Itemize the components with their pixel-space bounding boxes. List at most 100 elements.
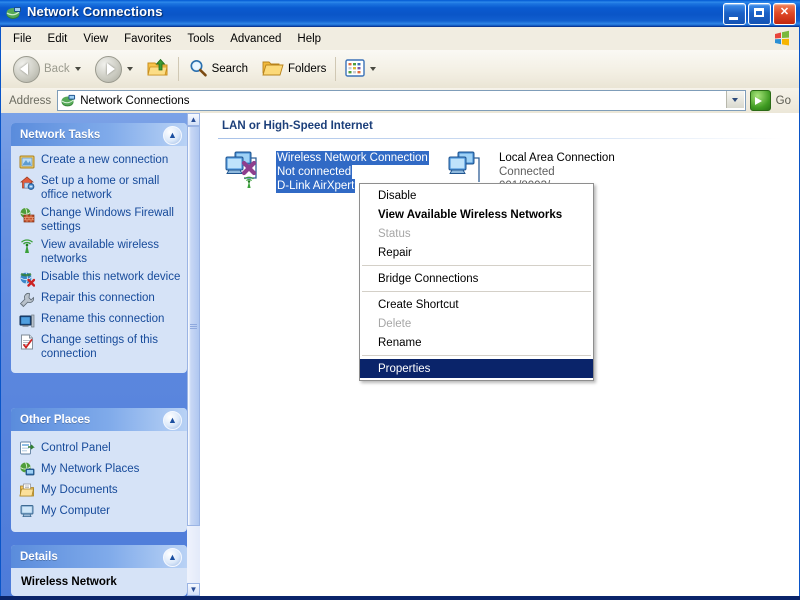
group-header-divider <box>218 138 783 139</box>
panel-other-places-body: Control Panel <box>11 431 187 532</box>
toolbar-separator-2 <box>335 57 336 81</box>
address-dropdown-button[interactable] <box>726 91 744 108</box>
sidebar-item-label: Create a new connection <box>41 153 168 167</box>
context-menu-item-disable[interactable]: Disable <box>360 186 593 205</box>
maximize-button[interactable] <box>748 3 771 25</box>
address-network-icon <box>61 93 76 108</box>
up-button[interactable] <box>143 52 173 86</box>
wireless-icon <box>19 239 35 255</box>
my-computer-icon <box>19 503 35 519</box>
sidebar-scrollbar[interactable]: ▲ ▼ <box>187 113 200 596</box>
context-menu-item-bridge-connections[interactable]: Bridge Connections <box>360 269 593 288</box>
rename-icon <box>19 313 35 329</box>
menu-file[interactable]: File <box>5 30 40 48</box>
network-connections-window: Network Connections ✕ File Edit View Fav… <box>0 0 800 600</box>
close-button[interactable]: ✕ <box>773 3 796 25</box>
collapse-chevron-icon[interactable]: ▲ <box>163 411 182 430</box>
window-border-bottom <box>0 596 800 600</box>
new-connection-icon <box>19 154 35 170</box>
panel-details-title: Details <box>20 551 58 563</box>
panel-other-places-header[interactable]: Other Places ▲ <box>11 408 187 431</box>
sidebar-item-label: Repair this connection <box>41 291 155 305</box>
sidebar-item-label: Control Panel <box>41 442 111 454</box>
sidebar-scrollbar-thumb[interactable] <box>187 126 200 526</box>
sidebar-item-change-firewall-settings[interactable]: Change Windows Firewall settings <box>19 206 181 234</box>
menu-edit[interactable]: Edit <box>40 30 76 48</box>
context-menu-item-properties[interactable]: Properties <box>360 359 593 378</box>
sidebar-item-my-documents[interactable]: My Documents <box>19 482 181 498</box>
menu-advanced[interactable]: Advanced <box>222 30 289 48</box>
connection-status: Connected <box>499 166 555 178</box>
panel-details-header[interactable]: Details ▲ <box>11 545 187 568</box>
panel-network-tasks-header[interactable]: Network Tasks ▲ <box>11 123 187 146</box>
forward-history-caret-icon[interactable] <box>127 67 133 71</box>
connections-list-pane[interactable]: LAN or High-Speed Internet <box>200 113 799 596</box>
search-label: Search <box>212 63 248 75</box>
back-label: Back <box>44 63 70 75</box>
chevron-down-icon <box>732 98 738 102</box>
search-icon <box>188 58 208 81</box>
minimize-button[interactable] <box>723 3 746 25</box>
panel-other-places-title: Other Places <box>20 414 90 426</box>
sidebar-item-create-new-connection[interactable]: Create a new connection <box>19 153 181 170</box>
disable-device-icon <box>19 271 35 287</box>
my-documents-icon <box>19 482 35 498</box>
context-menu-separator <box>362 265 591 266</box>
forward-button[interactable] <box>91 52 137 86</box>
up-folder-icon <box>147 58 169 81</box>
control-panel-icon <box>19 440 35 456</box>
go-button[interactable]: Go <box>746 90 799 111</box>
home-network-icon <box>19 175 35 191</box>
search-button[interactable]: Search <box>184 52 252 86</box>
menu-view[interactable]: View <box>75 30 116 48</box>
wireless-network-icon <box>222 148 270 190</box>
address-bar: Address Network Connections Go <box>1 88 799 114</box>
sidebar-item-label: My Documents <box>41 484 118 496</box>
connection-status: Not connected <box>276 165 352 179</box>
views-caret-icon[interactable] <box>370 67 376 71</box>
connection-name: Local Area Connection <box>499 152 615 164</box>
sidebar-item-change-settings-of-connection[interactable]: Change settings of this connection <box>19 333 181 361</box>
collapse-chevron-icon[interactable]: ▲ <box>163 126 182 145</box>
title-bar[interactable]: Network Connections ✕ <box>0 0 800 27</box>
menu-help[interactable]: Help <box>289 30 329 48</box>
window-title: Network Connections <box>27 4 163 19</box>
back-button[interactable]: Back <box>9 52 85 86</box>
back-history-caret-icon[interactable] <box>75 67 81 71</box>
panel-details-body: Wireless Network <box>11 568 187 596</box>
panel-network-tasks: Network Tasks ▲ C <box>11 123 187 373</box>
sidebar-item-label: Disable this network device <box>41 270 180 284</box>
context-menu-item-status: Status <box>360 224 593 243</box>
scroll-down-button[interactable]: ▼ <box>187 583 200 596</box>
sidebar-item-setup-home-network[interactable]: Set up a home or small office network <box>19 174 181 202</box>
windows-flag-icon <box>773 30 791 47</box>
folders-icon <box>262 58 284 81</box>
sidebar-item-rename-connection[interactable]: Rename this connection <box>19 312 181 329</box>
sidebar-item-view-available-wireless-networks[interactable]: View available wireless networks <box>19 238 181 266</box>
sidebar-item-repair-connection[interactable]: Repair this connection <box>19 291 181 308</box>
context-menu-item-rename[interactable]: Rename <box>360 333 593 352</box>
menu-favorites[interactable]: Favorites <box>116 30 179 48</box>
context-menu-item-repair[interactable]: Repair <box>360 243 593 262</box>
address-value: Network Connections <box>80 95 189 107</box>
sidebar-item-label: Rename this connection <box>41 312 164 326</box>
sidebar-item-control-panel[interactable]: Control Panel <box>19 440 181 456</box>
panel-other-places: Other Places ▲ <box>11 408 187 532</box>
scroll-up-button[interactable]: ▲ <box>187 113 200 126</box>
menu-tools[interactable]: Tools <box>179 30 222 48</box>
toolbar-separator-1 <box>178 57 179 81</box>
sidebar-item-my-network-places[interactable]: My Network Places <box>19 461 181 477</box>
views-button[interactable] <box>341 52 380 86</box>
context-menu-item-view-available-wireless-networks[interactable]: View Available Wireless Networks <box>360 205 593 224</box>
collapse-chevron-icon[interactable]: ▲ <box>163 548 182 567</box>
folders-label: Folders <box>288 63 326 75</box>
context-menu-item-create-shortcut[interactable]: Create Shortcut <box>360 295 593 314</box>
sidebar-item-my-computer[interactable]: My Computer <box>19 503 181 519</box>
address-input[interactable]: Network Connections <box>57 90 745 111</box>
details-heading: Wireless Network <box>21 576 179 588</box>
context-menu-item-delete: Delete <box>360 314 593 333</box>
go-label: Go <box>776 95 791 107</box>
sidebar-item-disable-network-device[interactable]: Disable this network device <box>19 270 181 287</box>
menu-bar: File Edit View Favorites Tools Advanced … <box>1 27 799 51</box>
folders-button[interactable]: Folders <box>258 52 330 86</box>
